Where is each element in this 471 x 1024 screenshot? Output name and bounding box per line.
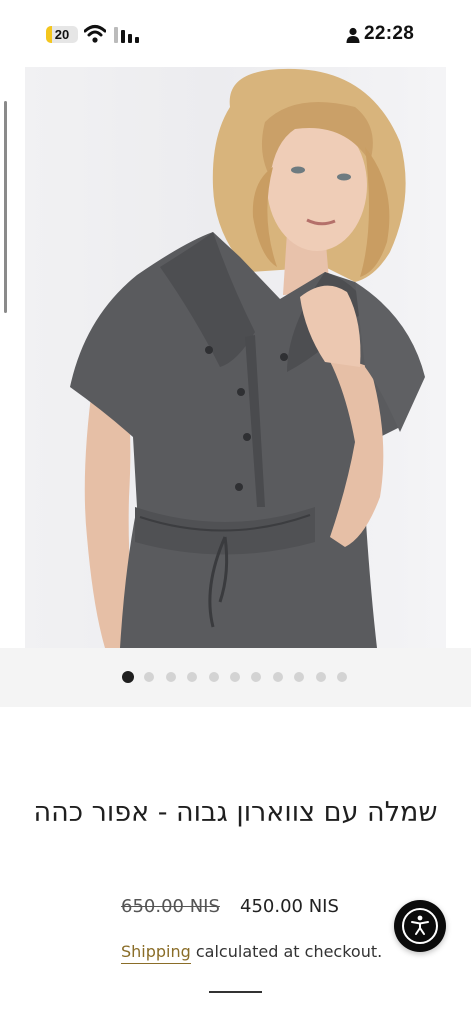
shipping-note: Shipping calculated at checkout. [121, 942, 383, 964]
compare-at-price: 650.00 NIS [121, 896, 220, 917]
slide-dot[interactable] [272, 672, 283, 682]
divider [209, 991, 262, 993]
slide-dot[interactable] [315, 672, 326, 682]
wifi-icon [84, 25, 106, 43]
product-title: שמלה עם צווארון גבוה - אפור כהה [33, 797, 438, 828]
status-bar: 20 22:28 [0, 0, 471, 64]
battery-level: 20 [54, 27, 70, 42]
sale-price: 450.00 NIS [240, 896, 339, 917]
slide-dot[interactable] [165, 672, 176, 682]
slide-dot[interactable] [337, 672, 347, 682]
shipping-link[interactable]: Shipping [121, 942, 191, 964]
product-photo [70, 68, 425, 648]
scroll-indicator[interactable] [4, 101, 7, 313]
clock: 22:28 [364, 23, 415, 44]
signal-icon [114, 27, 139, 43]
product-image[interactable] [25, 67, 446, 648]
accessibility-icon [411, 915, 429, 935]
slide-dot[interactable] [208, 672, 219, 682]
shipping-text: calculated at checkout. [190, 942, 383, 961]
battery-icon: 20 [46, 26, 78, 43]
accessibility-button[interactable] [394, 900, 446, 952]
slide-dot[interactable] [122, 671, 134, 683]
person-icon [346, 27, 360, 43]
slide-dot[interactable] [230, 672, 240, 682]
